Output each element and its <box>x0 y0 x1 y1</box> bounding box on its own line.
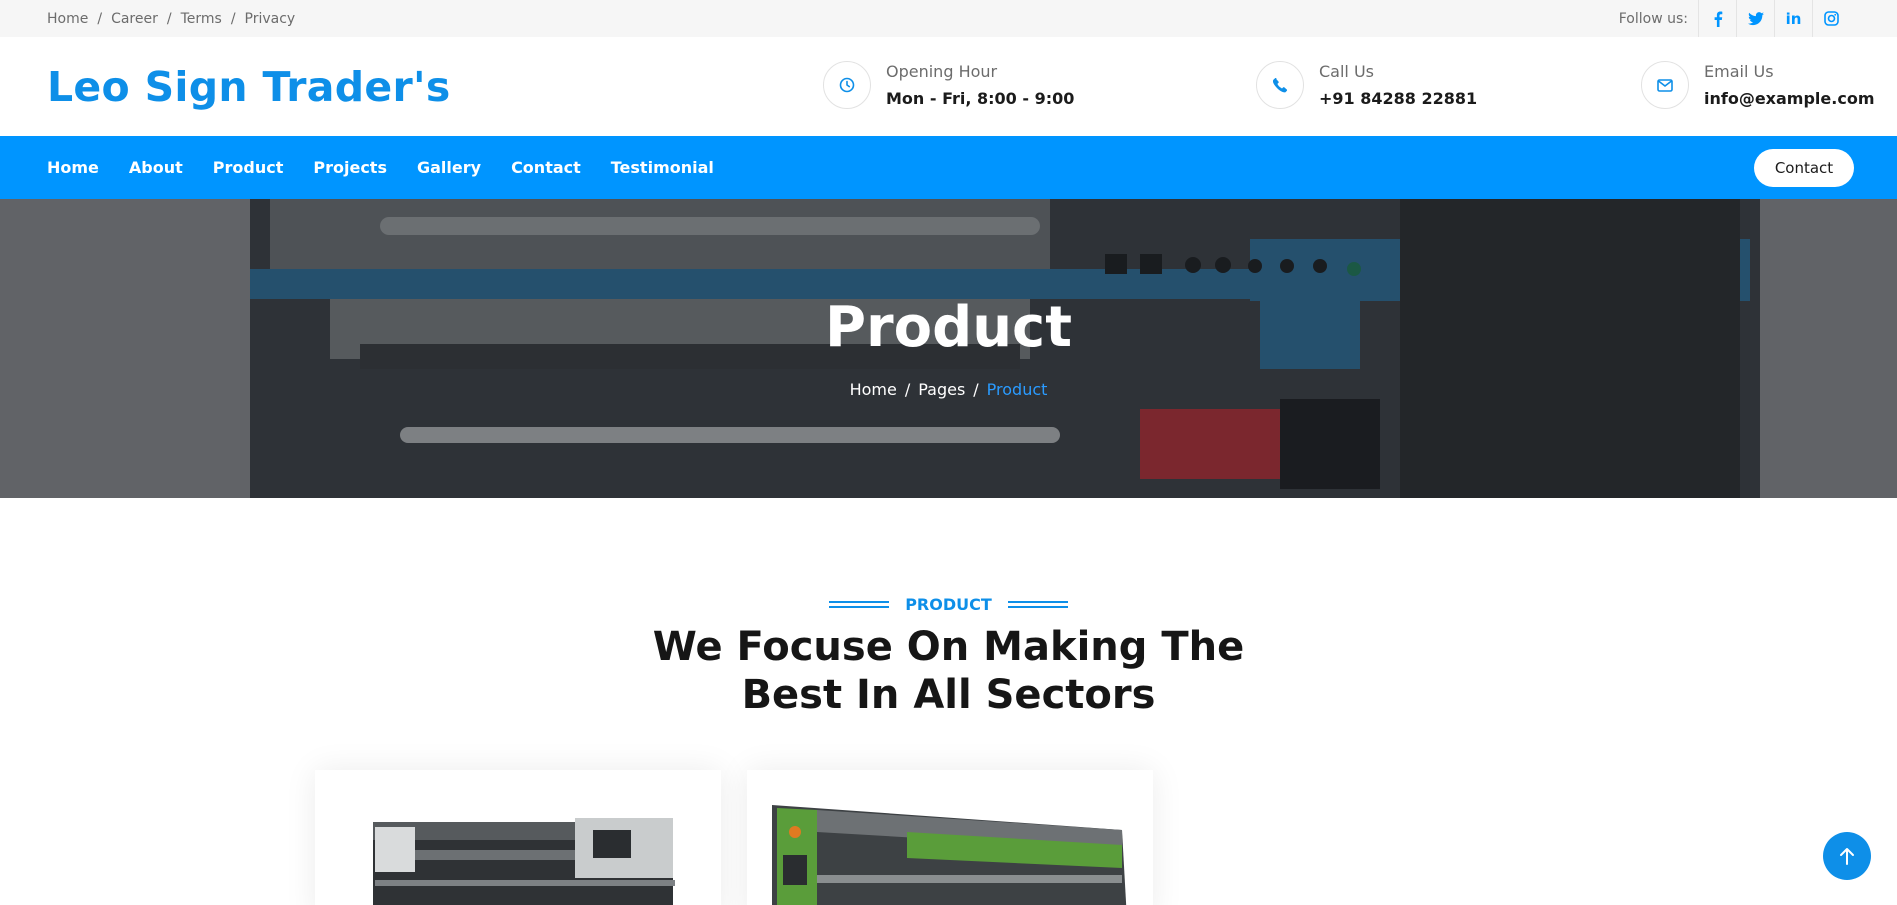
nav-item-gallery[interactable]: Gallery <box>417 158 481 177</box>
top-link-terms[interactable]: Terms <box>181 11 222 27</box>
social-links: Follow us: in <box>1619 0 1850 37</box>
nav-item-product[interactable]: Product <box>213 158 284 177</box>
email-label: Email Us <box>1704 62 1774 81</box>
opening-hours: Opening Hour Mon - Fri, 8:00 - 9:00 <box>823 61 1074 109</box>
breadcrumb-home[interactable]: Home <box>850 380 897 399</box>
opening-value: Mon - Fri, 8:00 - 9:00 <box>886 89 1075 108</box>
email-us: Email Us info@example.com <box>1641 61 1874 109</box>
nav-item-testimonial[interactable]: Testimonial <box>611 158 714 177</box>
site-header: Leo Sign Trader's Opening Hour Mon - Fri… <box>0 37 1897 136</box>
top-link-privacy[interactable]: Privacy <box>245 11 296 27</box>
product-card[interactable] <box>315 770 721 905</box>
kicker-line-right <box>1007 601 1068 608</box>
email-value[interactable]: info@example.com <box>1704 89 1874 108</box>
facebook-icon[interactable] <box>1698 0 1736 37</box>
call-value[interactable]: +91 84288 22881 <box>1319 89 1477 108</box>
product-card[interactable] <box>747 770 1153 905</box>
breadcrumb-current: Product <box>986 380 1048 399</box>
heading-line-1: We Focuse On Making The <box>652 624 1245 670</box>
linkedin-icon[interactable]: in <box>1774 0 1812 37</box>
separator: / <box>230 10 236 27</box>
separator: / <box>97 10 103 27</box>
kicker-line-left <box>829 601 890 608</box>
instagram-icon[interactable] <box>1812 0 1850 37</box>
top-link-home[interactable]: Home <box>47 11 88 27</box>
envelope-icon <box>1641 61 1689 109</box>
nav-item-about[interactable]: About <box>129 158 183 177</box>
site-logo[interactable]: Leo Sign Trader's <box>47 63 451 111</box>
contact-button[interactable]: Contact <box>1754 148 1854 187</box>
back-to-top-button[interactable] <box>1823 832 1871 880</box>
product-image <box>373 818 675 905</box>
kicker-text: PRODUCT <box>905 595 992 614</box>
section-heading: We Focuse On Making The Best In All Sect… <box>0 623 1897 719</box>
breadcrumb-separator: / <box>973 380 979 399</box>
call-us: Call Us +91 84288 22881 <box>1256 61 1477 109</box>
twitter-icon[interactable] <box>1736 0 1774 37</box>
opening-label: Opening Hour <box>886 62 998 81</box>
nav-item-home[interactable]: Home <box>47 158 99 177</box>
breadcrumb: Home / Pages / Product <box>0 380 1897 399</box>
breadcrumb-pages[interactable]: Pages <box>918 380 965 399</box>
separator: / <box>166 10 172 27</box>
top-link-career[interactable]: Career <box>111 11 158 27</box>
top-bar: Home / Career / Terms / Privacy Follow u… <box>0 0 1897 37</box>
phone-icon <box>1256 61 1304 109</box>
product-image <box>772 805 1127 905</box>
follow-label: Follow us: <box>1618 10 1688 27</box>
heading-line-2: Best In All Sectors <box>741 672 1156 718</box>
clock-icon <box>823 61 871 109</box>
top-links: Home / Career / Terms / Privacy <box>47 11 295 27</box>
section-kicker: PRODUCT <box>0 595 1897 614</box>
nav-item-projects[interactable]: Projects <box>313 158 387 177</box>
call-label: Call Us <box>1319 62 1374 81</box>
breadcrumb-separator: / <box>904 380 911 399</box>
arrow-up-icon <box>1840 848 1854 865</box>
nav-menu: Home About Product Projects Gallery Cont… <box>47 158 744 177</box>
page-hero: Product Home / Pages / Product <box>0 199 1897 498</box>
main-nav: Home About Product Projects Gallery Cont… <box>0 136 1897 199</box>
product-section: PRODUCT We Focuse On Making The Best In … <box>0 498 1897 905</box>
page-title: Product <box>824 295 1073 360</box>
nav-item-contact[interactable]: Contact <box>511 158 581 177</box>
